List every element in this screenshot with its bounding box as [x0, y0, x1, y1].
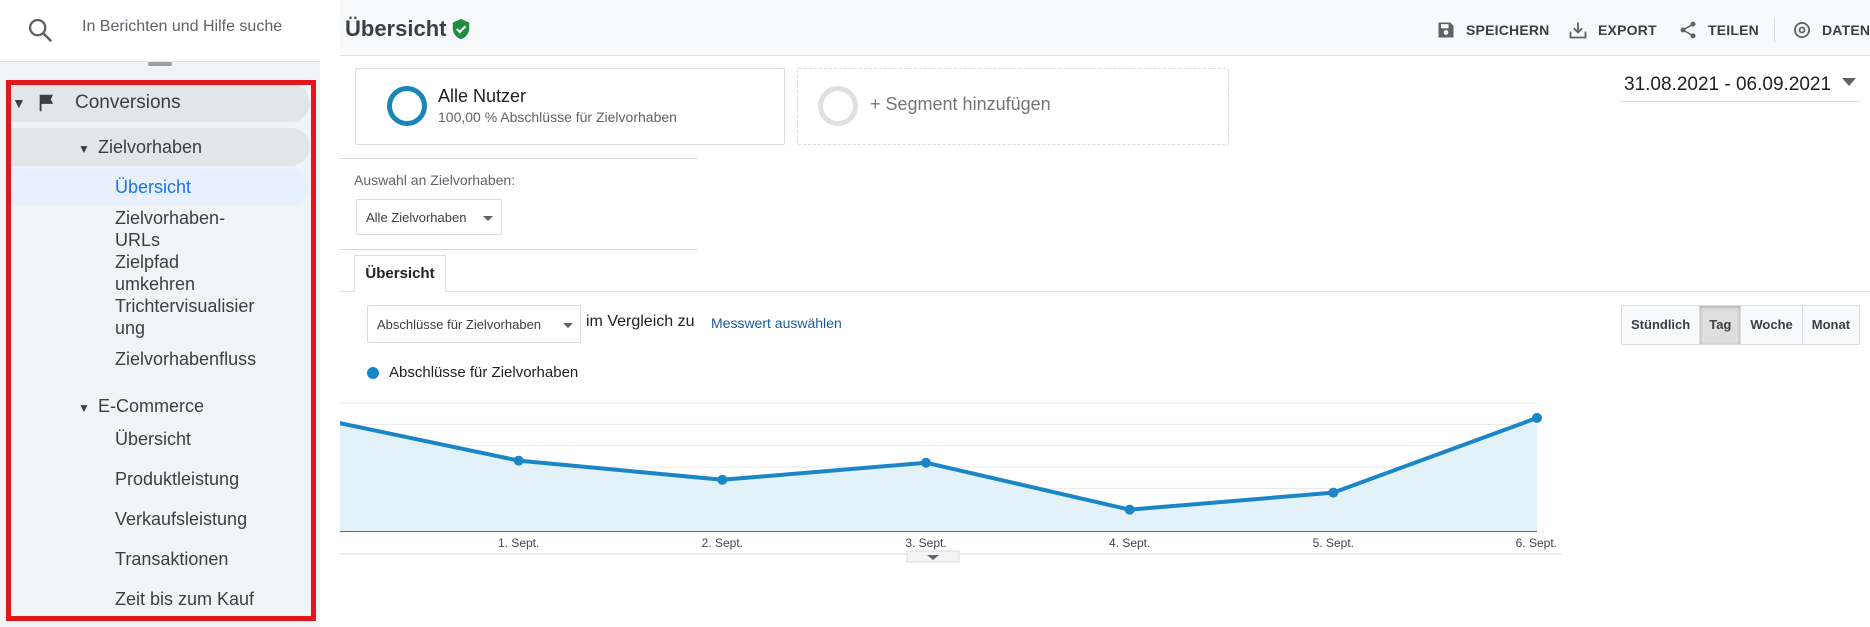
granularity-day-button[interactable]: Tag	[1700, 306, 1742, 344]
tab-uebersicht[interactable]: Übersicht	[354, 255, 446, 292]
sidebar-item-ecommerce[interactable]: ▼ E-Commerce	[8, 387, 310, 425]
data-point	[921, 457, 931, 468]
date-range-picker[interactable]: 31.08.2021 - 06.09.2021	[1620, 70, 1860, 102]
save-icon	[1438, 22, 1454, 38]
data-point	[513, 455, 524, 466]
metric-select-value: Abschlüsse für Zielvorhaben	[377, 317, 542, 332]
page-title: Übersicht	[345, 16, 447, 41]
series-area	[340, 417, 1537, 531]
chevron-down-icon	[563, 323, 573, 328]
caret-down-icon: ▼	[78, 142, 90, 156]
segment-all-users[interactable]: Alle Nutzer 100,00 % Abschlüsse für Ziel…	[355, 68, 785, 145]
data-button[interactable]: DATEN	[1792, 18, 1870, 42]
chart-canvas: 204060...1. Sept.2. Sept.3. Sept.4. Sept…	[340, 402, 1562, 563]
tab-divider	[340, 291, 1870, 292]
save-button[interactable]: SPEICHERN	[1436, 18, 1549, 42]
x-tick-label: 1. Sept.	[498, 536, 539, 550]
granularity-hourly-button[interactable]: Stündlich	[1622, 306, 1701, 344]
share-icon	[1680, 21, 1696, 39]
data-point	[717, 474, 728, 485]
sidebar-item-label: Produktleistung	[115, 469, 240, 489]
x-tick-label: 4. Sept.	[1109, 536, 1150, 550]
chart-legend: Abschlüsse für Zielvorhaben	[367, 364, 578, 381]
goal-selection-label: Auswahl an Zielvorhaben:	[354, 172, 516, 188]
sidebar-item-transaktionen[interactable]: Transaktionen	[115, 548, 295, 570]
goal-select-value: Alle Zielvorhaben	[366, 210, 467, 225]
data-label: DATEN	[1822, 22, 1870, 38]
sidebar-item-label: Zielpfad umkehren	[115, 252, 196, 294]
metric-select[interactable]: Abschlüsse für Zielvorhaben	[367, 305, 581, 343]
add-segment-button[interactable]: + Segment hinzufügen	[797, 68, 1229, 145]
sidebar-item-label: Zeit bis zum Kauf	[115, 589, 255, 609]
sidebar-item-zielvorhaben-uebersicht[interactable]: Übersicht	[8, 168, 310, 206]
sidebar-item-zeit-bis-zum-kauf[interactable]: Zeit bis zum Kauf	[115, 588, 295, 610]
sidebar-item-label: Übersicht	[115, 429, 192, 449]
caret-down-icon: ▼	[78, 401, 90, 415]
date-range-value: 31.08.2021 - 06.09.2021	[1624, 74, 1832, 95]
sidebar-item-label: Conversions	[75, 92, 181, 113]
sidebar-item-zielvorhaben-urls[interactable]: Zielvorhaben- URLs	[115, 207, 295, 251]
x-tick-label: 3. Sept.	[905, 536, 946, 550]
data-point	[1532, 412, 1542, 423]
granularity-toggle: Stündlich Tag Woche Monat	[1621, 305, 1861, 345]
download-icon	[1569, 22, 1587, 39]
scroll-handle[interactable]	[148, 62, 172, 66]
sidebar-item-label: Zielvorhaben	[98, 137, 203, 157]
line-chart: 204060...1. Sept.2. Sept.3. Sept.4. Sept…	[340, 385, 1870, 627]
sidebar-item-label: Übersicht	[115, 177, 192, 197]
search-input[interactable]	[70, 10, 310, 44]
add-segment-label: + Segment hinzufügen	[870, 94, 1051, 114]
segment-ring-icon	[387, 86, 427, 126]
segment-description: 100,00 % Abschlüsse für Zielvorhaben	[438, 109, 677, 125]
data-quality-icon	[1794, 22, 1810, 38]
share-button[interactable]: TEILEN	[1678, 18, 1759, 42]
compare-label: im Vergleich zu	[586, 313, 695, 330]
main-content: Übersicht SPEICHERN EXPORT TEILEN DATEN …	[340, 0, 1870, 627]
sidebar-item-verkaufsleistung[interactable]: Verkaufsleistung	[115, 508, 295, 530]
report-header: Übersicht SPEICHERN EXPORT TEILEN DATEN	[340, 0, 1870, 56]
segment-ring-icon	[818, 86, 858, 126]
goal-select[interactable]: Alle Zielvorhaben	[356, 199, 502, 235]
export-button[interactable]: EXPORT	[1568, 18, 1657, 42]
sidebar-item-zielvorhaben[interactable]: ▼ Zielvorhaben	[8, 128, 310, 166]
sidebar-item-label: Transaktionen	[115, 549, 229, 569]
segment-name: Alle Nutzer	[438, 86, 527, 106]
granularity-month-button[interactable]: Monat	[1802, 306, 1860, 344]
sidebar-item-label: Verkaufsleistung	[115, 509, 248, 529]
legend-label: Abschlüsse für Zielvorhaben	[389, 364, 579, 381]
sidebar-item-label: E-Commerce	[98, 396, 205, 416]
pick-metric-link[interactable]: Messwert auswählen	[711, 315, 842, 331]
goal-selection: Auswahl an Zielvorhaben: Alle Zielvorhab…	[340, 158, 697, 250]
save-label: SPEICHERN	[1466, 22, 1550, 38]
sidebar-item-produktleistung[interactable]: Produktleistung	[115, 468, 295, 490]
x-tick-label: 2. Sept.	[702, 536, 743, 550]
sidebar: ▼ Conversions ▼ Zielvorhaben Übersicht Z…	[0, 0, 320, 627]
sidebar-item-trichtervisualisierung[interactable]: Trichtervisualisier ung	[115, 295, 295, 339]
chevron-down-icon	[1842, 78, 1856, 86]
verified-shield-icon	[452, 18, 470, 40]
share-label: TEILEN	[1708, 22, 1759, 38]
flag-icon	[39, 94, 54, 112]
granularity-week-button[interactable]: Woche	[1741, 306, 1803, 344]
x-tick-label: 6. Sept.	[1516, 536, 1557, 550]
sidebar-item-label: Trichtervisualisier ung	[115, 296, 255, 338]
export-label: EXPORT	[1598, 22, 1657, 38]
caret-down-icon: ▼	[12, 95, 26, 111]
sidebar-item-zielpfad-umkehren[interactable]: Zielpfad umkehren	[115, 251, 295, 295]
x-tick-label: 5. Sept.	[1313, 536, 1354, 550]
chevron-down-icon	[483, 216, 493, 221]
data-point	[1328, 487, 1339, 498]
toolbar-divider	[1774, 18, 1775, 42]
sidebar-item-label: Zielvorhaben- URLs	[115, 208, 226, 250]
sidebar-item-conversions[interactable]: ▼ Conversions	[8, 84, 310, 122]
legend-swatch	[367, 366, 379, 379]
data-point	[1124, 504, 1135, 515]
sidebar-item-label: Zielvorhabenfluss	[115, 349, 257, 369]
sidebar-item-zielvorhabenfluss[interactable]: Zielvorhabenfluss	[115, 348, 295, 370]
search-icon[interactable]	[26, 16, 54, 44]
sidebar-item-ecommerce-uebersicht[interactable]: Übersicht	[115, 428, 295, 450]
search-bar	[0, 0, 320, 62]
